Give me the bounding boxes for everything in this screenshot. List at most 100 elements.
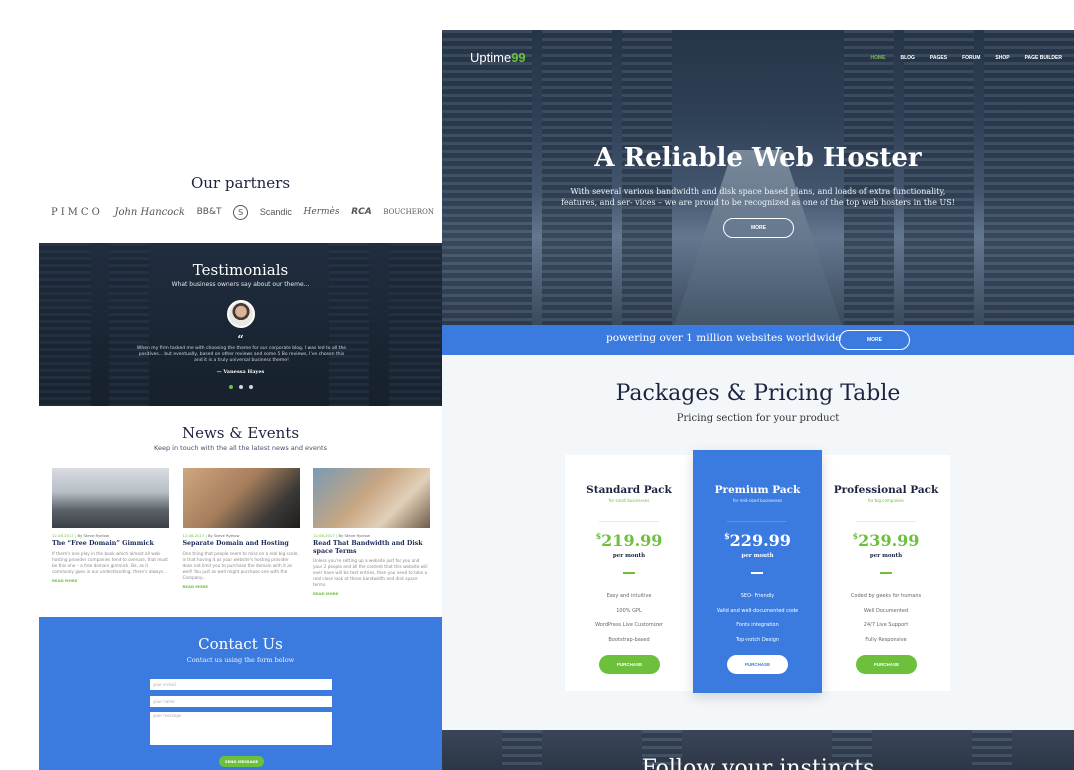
news-meta: 12.08.2017 | By Steve Ryelow [313, 533, 371, 538]
news-item-body: One thing that people seem to miss on a … [182, 550, 299, 580]
plan-accent-line [623, 572, 635, 574]
plan-feature: Bootstrap-based [608, 637, 650, 644]
partner-logo-boucheron[interactable]: BOUCHERON [383, 208, 434, 216]
news-date: 12.08.2017 [313, 533, 335, 538]
read-more-link[interactable]: READ MORE [313, 591, 430, 596]
nav-item-page-builder[interactable]: PAGE BUILDER [1025, 55, 1062, 61]
plan-feature: Easy and intuitive [606, 593, 652, 599]
hero-overlay [442, 30, 1074, 326]
partners-section: Our partners PIMCO John Hancock BB&T S S… [39, 166, 442, 243]
partner-logo-hermes[interactable]: Hermès [304, 207, 340, 217]
plan-feature: SEO- Friendly [740, 593, 775, 599]
news-author: By Steve Ryelow [207, 533, 240, 538]
news-subtitle: Keep in touch with the all the latest ne… [154, 444, 327, 452]
hero-more-button[interactable]: MORE [723, 218, 794, 238]
contact-title: Contact Us [198, 635, 283, 653]
pricing-title: Packages & Pricing Table [615, 381, 901, 406]
news-date: 12.08.2017 [52, 533, 74, 538]
news-item-title[interactable]: Read That Bandwidth and Disk space Terms [313, 540, 430, 555]
plan-feature: Coded by geeks for humans [850, 593, 922, 599]
plan-feature: Well Documented [863, 607, 909, 614]
purchase-button-standard[interactable]: PURCHASE [599, 655, 660, 674]
news-item-body: If there's one ploy in the book which al… [52, 550, 168, 574]
partner-logo-hancock[interactable]: John Hancock [114, 207, 185, 218]
partner-logo-pimco[interactable]: PIMCO [51, 207, 103, 218]
plan-feature: 24/7 Live Support [863, 622, 909, 629]
plan-name: Professional Pack [833, 484, 939, 496]
news-card: 12.08.2017 | By Steve Ryelow The “Free D… [52, 468, 169, 596]
news-author: By Steve Ryelow [77, 533, 110, 538]
nav-item-pages[interactable]: PAGES [930, 55, 947, 61]
plan-feature: Fonts integration [736, 622, 779, 629]
testimonials-title: Testimonials [192, 261, 289, 279]
plan-price-value: 219.99 [601, 531, 663, 550]
pricing-card-standard: Standard Pack for small businesses $219.… [565, 455, 693, 691]
plan-features: SEO- Friendly Valid and well-documented … [693, 589, 822, 648]
contact-name-field[interactable]: your name [150, 696, 332, 707]
pager-dot-3[interactable] [249, 385, 253, 389]
plan-name: Standard Pack [586, 484, 672, 496]
news-item-body: Unless you're setting up a website just … [313, 558, 428, 587]
plan-divider [727, 521, 787, 522]
brand-name: Uptime [470, 50, 512, 65]
nav-item-home[interactable]: HOME [870, 55, 885, 61]
powering-more-button[interactable]: MORE [839, 330, 910, 350]
partner-logo-s[interactable]: S [233, 204, 249, 220]
plan-feature: Valid and well-documented code [716, 607, 799, 614]
plan-price: $219.99 [565, 531, 693, 550]
plan-description: for small businesses [608, 498, 650, 503]
plan-accent-line [751, 572, 763, 574]
right-preview-panel: Uptime99 HOME BLOG PAGES FORUM SHOP PAGE… [442, 30, 1074, 770]
main-nav: HOME BLOG PAGES FORUM SHOP PAGE BUILDER [870, 55, 1062, 61]
nav-item-shop[interactable]: SHOP [995, 55, 1009, 61]
hero-section: Uptime99 HOME BLOG PAGES FORUM SHOP PAGE… [442, 30, 1074, 326]
plan-feature: WordPress Live Customizer [595, 622, 663, 629]
news-title: News & Events [181, 424, 300, 442]
hero-title: A Reliable Web Hoster [594, 143, 922, 173]
plan-period: per month [869, 553, 903, 559]
news-image-office[interactable] [52, 468, 169, 528]
pager-dot-2[interactable] [239, 385, 243, 389]
testimonials-subtitle: What business owners say about our theme… [171, 281, 310, 288]
pager-dot-1[interactable] [229, 385, 233, 389]
news-card: 12.08.2017 | By Steve Ryelow Separate Do… [182, 468, 300, 596]
testimonial-pager [229, 385, 253, 389]
plan-price-value: 229.99 [729, 531, 791, 550]
news-section: News & Events Keep in touch with the all… [39, 406, 442, 617]
plan-price: $229.99 [693, 531, 822, 550]
contact-message-field[interactable]: your message [150, 712, 332, 745]
news-image-laptop[interactable] [182, 468, 300, 528]
partners-logo-row: PIMCO John Hancock BB&T S Scandic Hermès… [51, 202, 434, 222]
plan-price-value: 239.99 [858, 531, 920, 550]
partner-logo-rca[interactable]: RCA [351, 207, 372, 217]
plan-accent-line [880, 572, 892, 574]
send-message-button[interactable]: SEND MESSAGE [219, 756, 264, 767]
news-image-team[interactable] [313, 468, 430, 528]
pricing-card-professional: Professional Pack for big companies $239… [822, 455, 950, 691]
plan-period: per month [741, 553, 774, 559]
news-meta: 12.08.2017 | By Steve Ryelow [52, 533, 110, 538]
purchase-button-professional[interactable]: PURCHASE [856, 655, 917, 674]
nav-item-blog[interactable]: BLOG [900, 55, 914, 61]
news-grid: 12.08.2017 | By Steve Ryelow The “Free D… [52, 468, 430, 596]
contact-email-field[interactable]: your e-mail [150, 679, 332, 690]
partners-title: Our partners [190, 174, 291, 192]
read-more-link[interactable]: READ MORE [52, 578, 169, 583]
nav-item-forum[interactable]: FORUM [962, 55, 980, 61]
read-more-link[interactable]: READ MORE [183, 584, 300, 589]
testimonials-section: Testimonials What business owners say ab… [39, 243, 442, 406]
purchase-button-premium[interactable]: PURCHASE [727, 655, 788, 674]
plan-name: Premium Pack [714, 484, 801, 496]
plan-description: for big companies [868, 498, 904, 503]
partner-logo-scandic[interactable]: Scandic [260, 207, 292, 217]
news-card: 12.08.2017 | By Steve Ryelow Read That B… [313, 468, 430, 596]
quote-icon: “ [237, 333, 244, 346]
news-item-title[interactable]: The “Free Domain” Gimmick [52, 540, 169, 548]
testimonial-author: — Vanessa Hayes [216, 369, 265, 375]
powering-banner: powering over 1 million websites worldwi… [442, 325, 1074, 355]
partner-logo-bbt[interactable]: BB&T [197, 207, 222, 217]
news-item-title[interactable]: Separate Domain and Hosting [183, 540, 300, 548]
site-logo[interactable]: Uptime99 [470, 50, 526, 65]
pricing-subtitle: Pricing section for your product [676, 413, 840, 424]
plan-features: Easy and intuitive 100% GPL WordPress Li… [565, 589, 693, 648]
